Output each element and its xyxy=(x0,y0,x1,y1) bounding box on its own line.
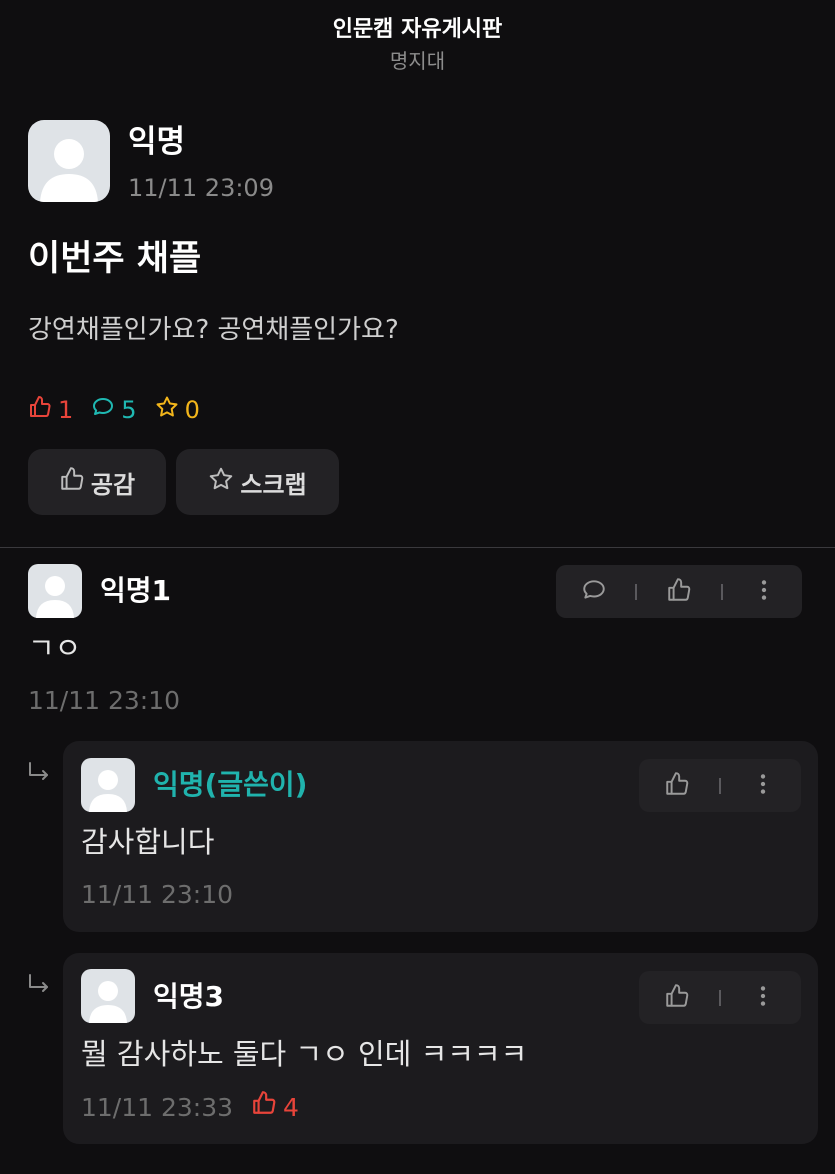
post-stats: 1 5 0 xyxy=(28,394,218,426)
thumbs-up-icon xyxy=(28,395,58,425)
post-detail-page: 인문캠 자유게시판 명지대 익명 11/11 23:09 이번주 채플 강연채플… xyxy=(0,0,835,1174)
star-icon xyxy=(208,466,240,498)
speech-bubble-icon xyxy=(91,395,121,425)
reply-like-button[interactable] xyxy=(659,768,695,804)
reply-card: 익명(글쓴이) 감사합니다 11/11 23:10 xyxy=(63,741,818,932)
thumbs-up-icon xyxy=(664,983,690,1013)
like-count-value: 1 xyxy=(58,396,74,424)
separator xyxy=(719,989,721,1006)
like-count: 1 xyxy=(28,395,73,425)
post-avatar xyxy=(28,120,110,202)
divider xyxy=(0,547,835,548)
reply-arrow-icon xyxy=(26,972,52,998)
reply-action-bar xyxy=(639,971,801,1024)
top-header: 인문캠 자유게시판 명지대 xyxy=(0,14,835,76)
post-title: 이번주 채플 xyxy=(28,239,202,279)
separator xyxy=(720,583,723,600)
thumbs-up-icon xyxy=(664,771,690,801)
scrap-count-value: 0 xyxy=(184,396,200,424)
thumbs-up-icon xyxy=(666,577,692,607)
scrap-button[interactable]: 스크랩 xyxy=(176,449,339,515)
star-icon xyxy=(155,395,185,425)
like-button[interactable]: 공감 xyxy=(28,449,166,515)
like-button-label: 공감 xyxy=(90,470,136,499)
board-title: 인문캠 자유게시판 xyxy=(332,17,503,42)
scrap-count: 0 xyxy=(155,395,200,425)
reply-avatar xyxy=(81,758,135,812)
post-time: 11/11 23:09 xyxy=(128,174,274,202)
reply-body: 뭘 감사하노 둘다 ㄱㅇ 인데 ㅋㅋㅋㅋ xyxy=(81,1037,528,1071)
reply-author: 익명3 xyxy=(153,980,225,1013)
comment-time-text: 11/11 23:10 xyxy=(28,686,181,715)
reply-card: 익명3 뭘 감사하노 둘다 ㄱㅇ 인데 ㅋㅋㅋㅋ 11/11 23:33 4 xyxy=(63,953,818,1144)
school-name: 명지대 xyxy=(389,49,446,73)
comment-time: 11/11 23:10 xyxy=(28,684,180,718)
post-body: 강연채플인가요? 공연채플인가요? xyxy=(28,315,399,345)
reply-like-count-value: 4 xyxy=(283,1092,299,1122)
reply-arrow-icon xyxy=(26,760,52,786)
separator xyxy=(635,583,638,600)
thumbs-up-icon xyxy=(251,1090,283,1125)
more-options-button[interactable] xyxy=(745,768,781,804)
reply-body: 감사합니다 xyxy=(81,825,215,859)
reply-like-count: 4 xyxy=(251,1090,299,1125)
comment-like-button[interactable] xyxy=(661,574,697,610)
reply-author: 익명(글쓴이) xyxy=(153,768,308,801)
separator xyxy=(719,777,721,794)
comment-count-value: 5 xyxy=(121,396,137,424)
more-vertical-icon xyxy=(750,983,776,1013)
reply-time-text: 11/11 23:10 xyxy=(81,880,234,909)
thumbs-up-icon xyxy=(59,466,91,498)
reply-action-bar xyxy=(639,759,801,812)
reply-time: 11/11 23:33 4 xyxy=(81,1090,299,1125)
comment-count: 5 xyxy=(91,395,137,425)
comment-action-bar xyxy=(556,565,802,618)
reply-time: 11/11 23:10 xyxy=(81,878,233,912)
more-vertical-icon xyxy=(750,771,776,801)
comment-author: 익명1 xyxy=(100,574,172,607)
scrap-button-label: 스크랩 xyxy=(240,470,307,499)
reply-avatar xyxy=(81,969,135,1023)
more-options-button[interactable] xyxy=(745,980,781,1016)
reply-time-text: 11/11 23:33 xyxy=(81,1092,234,1122)
more-options-button[interactable] xyxy=(746,574,782,610)
comment-avatar xyxy=(28,564,82,618)
comment-body: ㄱㅇ xyxy=(28,631,82,665)
speech-bubble-icon xyxy=(581,577,607,607)
reply-button[interactable] xyxy=(576,574,612,610)
more-vertical-icon xyxy=(751,577,777,607)
post-author: 익명 xyxy=(128,124,186,160)
reply-like-button[interactable] xyxy=(659,980,695,1016)
